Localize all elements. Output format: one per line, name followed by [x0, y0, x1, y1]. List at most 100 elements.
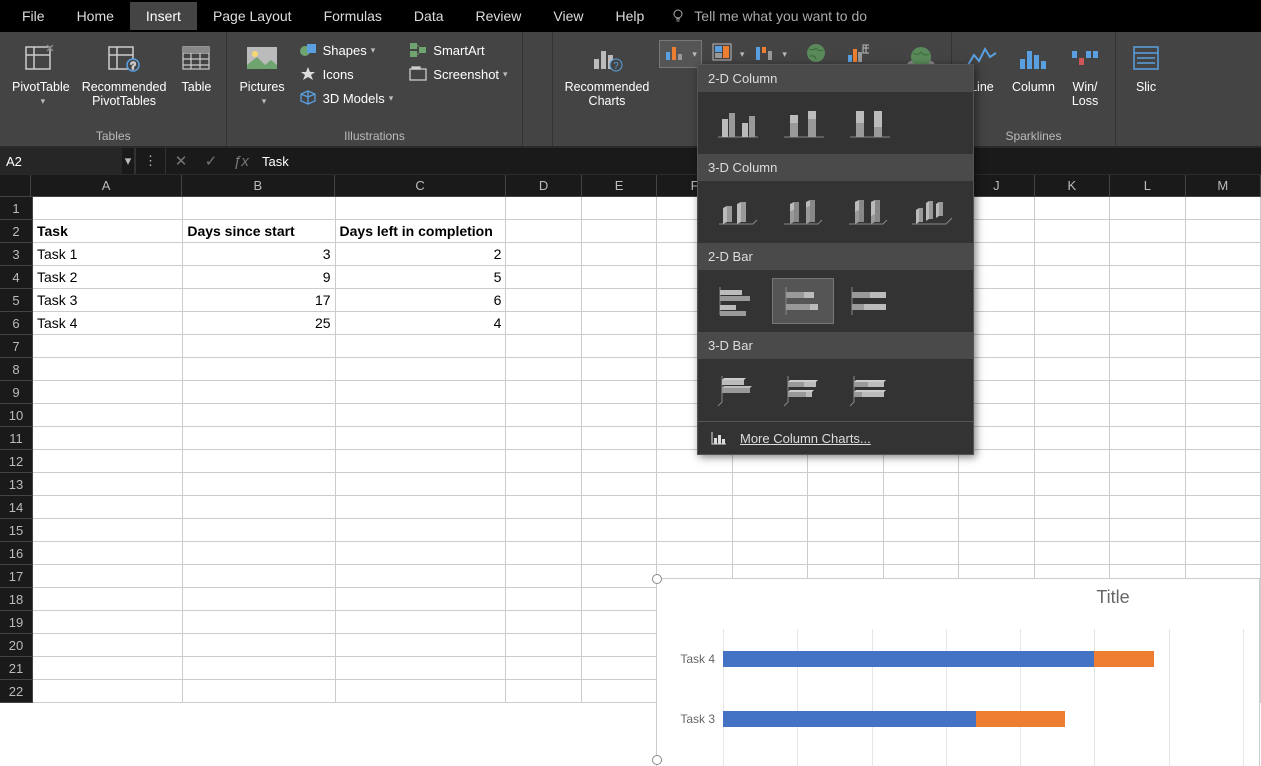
cell[interactable] [33, 657, 183, 680]
cell[interactable]: Task 2 [33, 266, 183, 289]
cell[interactable] [808, 496, 883, 519]
select-all-corner[interactable] [0, 175, 31, 197]
cell[interactable] [959, 519, 1034, 542]
100-stacked-bar-button[interactable] [838, 278, 900, 324]
row-header[interactable]: 6 [0, 312, 33, 335]
cell[interactable] [506, 519, 581, 542]
row-header[interactable]: 19 [0, 611, 33, 634]
cell[interactable] [1110, 473, 1185, 496]
row-header[interactable]: 20 [0, 634, 33, 657]
3d-stacked-bar-button[interactable] [772, 367, 834, 413]
chart-bar-segment[interactable] [723, 711, 976, 727]
cell[interactable] [582, 220, 657, 243]
cell[interactable] [506, 680, 581, 703]
cell[interactable] [582, 657, 657, 680]
cell[interactable] [33, 358, 183, 381]
cell[interactable] [1110, 335, 1185, 358]
cell[interactable] [1110, 496, 1185, 519]
cell[interactable] [582, 542, 657, 565]
cell[interactable] [33, 197, 183, 220]
cell[interactable] [336, 381, 507, 404]
cell[interactable] [657, 473, 732, 496]
cell[interactable] [1186, 312, 1261, 335]
cell[interactable] [1110, 358, 1185, 381]
chart-object[interactable]: Title Task 1Task 2Task 3Task 4 051015202… [656, 578, 1260, 766]
3d-100-stacked-column-button[interactable] [836, 189, 897, 235]
cell[interactable] [336, 565, 507, 588]
cell[interactable] [808, 519, 883, 542]
cell[interactable] [336, 542, 507, 565]
cell[interactable] [336, 496, 507, 519]
cell[interactable]: 3 [183, 243, 335, 266]
cell[interactable] [884, 496, 959, 519]
cell[interactable] [1110, 381, 1185, 404]
cell[interactable] [336, 450, 507, 473]
cell[interactable] [1035, 450, 1110, 473]
row-header[interactable]: 18 [0, 588, 33, 611]
cell[interactable] [506, 473, 581, 496]
cell[interactable]: 9 [183, 266, 335, 289]
3d-column-button[interactable] [900, 189, 961, 235]
row-header[interactable]: 9 [0, 381, 33, 404]
cell[interactable] [582, 634, 657, 657]
column-header[interactable]: E [582, 175, 657, 197]
cell[interactable] [506, 496, 581, 519]
cell[interactable] [1035, 220, 1110, 243]
insert-column-chart-button[interactable]: ▾ [659, 40, 702, 68]
sparkline-column-button[interactable]: Column [1006, 36, 1061, 98]
cell[interactable] [506, 243, 581, 266]
cell[interactable] [582, 588, 657, 611]
cell[interactable] [336, 197, 507, 220]
row-header[interactable]: 2 [0, 220, 33, 243]
pivottable-button[interactable]: PivotTable▾ [6, 36, 76, 112]
cell[interactable] [959, 542, 1034, 565]
cell[interactable] [506, 427, 581, 450]
cell[interactable] [33, 519, 183, 542]
cell[interactable] [1186, 450, 1261, 473]
cell[interactable] [33, 680, 183, 703]
cell[interactable] [657, 519, 732, 542]
cell[interactable] [1110, 243, 1185, 266]
cell[interactable] [1035, 289, 1110, 312]
cell[interactable] [959, 473, 1034, 496]
cell[interactable] [1186, 243, 1261, 266]
cell[interactable] [336, 404, 507, 427]
cell[interactable]: Task [33, 220, 183, 243]
cell[interactable] [582, 473, 657, 496]
cell[interactable]: 4 [336, 312, 507, 335]
cell[interactable] [1186, 473, 1261, 496]
row-header[interactable]: 17 [0, 565, 33, 588]
name-box-dropdown[interactable]: ▾ [122, 148, 136, 174]
insert-function-button[interactable]: ƒx [226, 153, 256, 170]
cell[interactable] [582, 680, 657, 703]
cell[interactable] [183, 404, 335, 427]
3d-models-button[interactable]: 3D Models▾ [295, 86, 398, 110]
tab-home[interactable]: Home [61, 2, 130, 30]
stacked-column-button[interactable] [772, 100, 834, 146]
column-header[interactable]: D [506, 175, 581, 197]
cell[interactable] [183, 657, 335, 680]
cell[interactable] [506, 335, 581, 358]
cell[interactable] [33, 473, 183, 496]
cell[interactable]: Days left in completion [336, 220, 507, 243]
column-header[interactable]: L [1110, 175, 1185, 197]
cell[interactable] [733, 542, 808, 565]
cell[interactable] [183, 611, 335, 634]
cell[interactable] [1186, 289, 1261, 312]
cell[interactable] [33, 588, 183, 611]
cell[interactable] [733, 496, 808, 519]
resize-handle[interactable] [652, 755, 662, 765]
cell[interactable] [336, 473, 507, 496]
column-header[interactable]: A [31, 175, 182, 197]
cell[interactable] [1110, 197, 1185, 220]
cell[interactable] [1186, 381, 1261, 404]
cell[interactable] [1110, 542, 1185, 565]
tab-help[interactable]: Help [600, 2, 661, 30]
cell[interactable] [1035, 427, 1110, 450]
cell[interactable] [506, 289, 581, 312]
cell[interactable] [1035, 358, 1110, 381]
cell[interactable] [733, 519, 808, 542]
cell[interactable] [1035, 473, 1110, 496]
cell[interactable] [33, 427, 183, 450]
cell[interactable] [183, 427, 335, 450]
